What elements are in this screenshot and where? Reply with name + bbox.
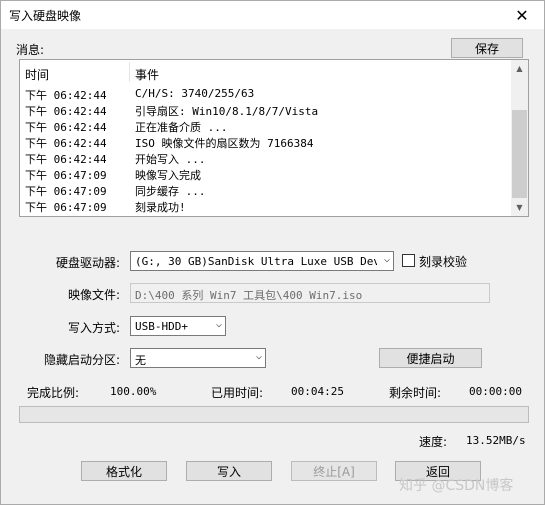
log-scrollbar[interactable]: ▲ ▼: [511, 60, 528, 216]
log-time: 下午 06:42:44: [25, 89, 107, 102]
speed-value: 13.52MB/s: [466, 434, 526, 447]
log-time: 下午 06:47:09: [25, 169, 107, 182]
message-log[interactable]: 时间 事件 下午 06:42:44 C/H/S: 3740/255/63 下午 0…: [19, 59, 529, 217]
log-event: C/H/S: 3740/255/63: [135, 87, 255, 100]
elapsed-value: 00:04:25: [291, 385, 344, 398]
chevron-down-icon: ⌵: [383, 254, 390, 265]
image-file-value: D:\400 系列 Win7 工具包\400 Win7.iso: [135, 289, 363, 302]
log-row: 下午 06:42:44 开始写入 ...: [20, 150, 512, 166]
completion-label: 完成比例:: [27, 386, 80, 400]
write-mode-label: 写入方式:: [68, 321, 121, 335]
verify-checkbox[interactable]: [402, 254, 415, 267]
drive-select[interactable]: (G:, 30 GB)SanDisk Ultra Luxe USB Devic …: [130, 251, 394, 271]
column-divider: [129, 62, 130, 82]
write-button[interactable]: 写入: [186, 461, 272, 481]
log-event: ISO 映像文件的扇区数为 7166384: [135, 137, 314, 150]
log-time: 下午 06:42:44: [25, 137, 107, 150]
log-row: 下午 06:42:44 ISO 映像文件的扇区数为 7166384: [20, 134, 512, 150]
log-time: 下午 06:42:44: [25, 153, 107, 166]
drive-select-value: (G:, 30 GB)SanDisk Ultra Luxe USB Devic: [135, 255, 377, 268]
log-row: 下午 06:42:44 C/H/S: 3740/255/63: [20, 86, 512, 102]
chevron-down-icon: ⌵: [255, 351, 262, 362]
image-file-field[interactable]: D:\400 系列 Win7 工具包\400 Win7.iso: [130, 283, 490, 303]
log-row: 下午 06:47:09 同步缓存 ...: [20, 182, 512, 198]
log-time: 下午 06:47:09: [25, 201, 107, 214]
log-time: 下午 06:42:44: [25, 121, 107, 134]
remaining-value: 00:00:00: [469, 385, 522, 398]
log-time: 下午 06:42:44: [25, 105, 107, 118]
speed-label: 速度:: [419, 435, 448, 449]
messages-label: 消息:: [16, 43, 45, 57]
event-column-header[interactable]: 事件: [135, 66, 159, 83]
hidden-partition-select[interactable]: 无 ⌵: [130, 348, 266, 368]
log-event: 正在准备介质 ...: [135, 121, 228, 134]
write-mode-value: USB-HDD+: [135, 320, 188, 333]
quick-boot-button[interactable]: 便捷启动: [379, 348, 482, 368]
log-rows: 下午 06:42:44 C/H/S: 3740/255/63 下午 06:42:4…: [20, 86, 512, 214]
title-bar: 写入硬盘映像 ✕: [1, 1, 544, 29]
abort-button[interactable]: 终止[A]: [291, 461, 377, 481]
completion-value: 100.00%: [110, 385, 157, 398]
progress-bar: [19, 406, 529, 423]
hidden-partition-value: 无: [135, 354, 146, 367]
scroll-down-icon[interactable]: ▼: [511, 199, 528, 216]
log-event: 映像写入完成: [135, 169, 201, 182]
log-row: 下午 06:42:44 引导扇区: Win10/8.1/8/7/Vista: [20, 102, 512, 118]
time-column-header[interactable]: 时间: [25, 66, 49, 83]
image-file-label: 映像文件:: [68, 288, 121, 302]
verify-label: 刻录校验: [419, 255, 468, 269]
drive-label: 硬盘驱动器:: [56, 256, 121, 270]
log-time: 下午 06:47:09: [25, 185, 107, 198]
log-event: 刻录成功!: [135, 201, 186, 214]
chevron-down-icon: ⌵: [215, 319, 222, 330]
log-row: 下午 06:47:09 映像写入完成: [20, 166, 512, 182]
write-disk-image-window: 写入硬盘映像 ✕ 消息: 保存 时间 事件 下午 06:42:44 C/H/S: …: [0, 0, 545, 505]
format-button[interactable]: 格式化: [81, 461, 167, 481]
log-header: 时间 事件: [20, 60, 512, 84]
log-event: 引导扇区: Win10/8.1/8/7/Vista: [135, 105, 319, 118]
log-row: 下午 06:47:09 刻录成功!: [20, 198, 512, 214]
close-icon[interactable]: ✕: [500, 1, 544, 29]
elapsed-label: 已用时间:: [211, 386, 264, 400]
watermark-text: 知乎 @CSDN博客: [399, 478, 514, 494]
scroll-thumb[interactable]: [512, 110, 527, 198]
window-title: 写入硬盘映像: [9, 9, 82, 23]
scroll-up-icon[interactable]: ▲: [511, 60, 528, 77]
write-mode-select[interactable]: USB-HDD+ ⌵: [130, 316, 226, 336]
log-row: 下午 06:42:44 正在准备介质 ...: [20, 118, 512, 134]
log-event: 开始写入 ...: [135, 153, 206, 166]
log-event: 同步缓存 ...: [135, 185, 206, 198]
remaining-label: 剩余时间:: [389, 386, 442, 400]
hidden-partition-label: 隐藏启动分区:: [44, 353, 121, 367]
save-button[interactable]: 保存: [451, 38, 523, 58]
